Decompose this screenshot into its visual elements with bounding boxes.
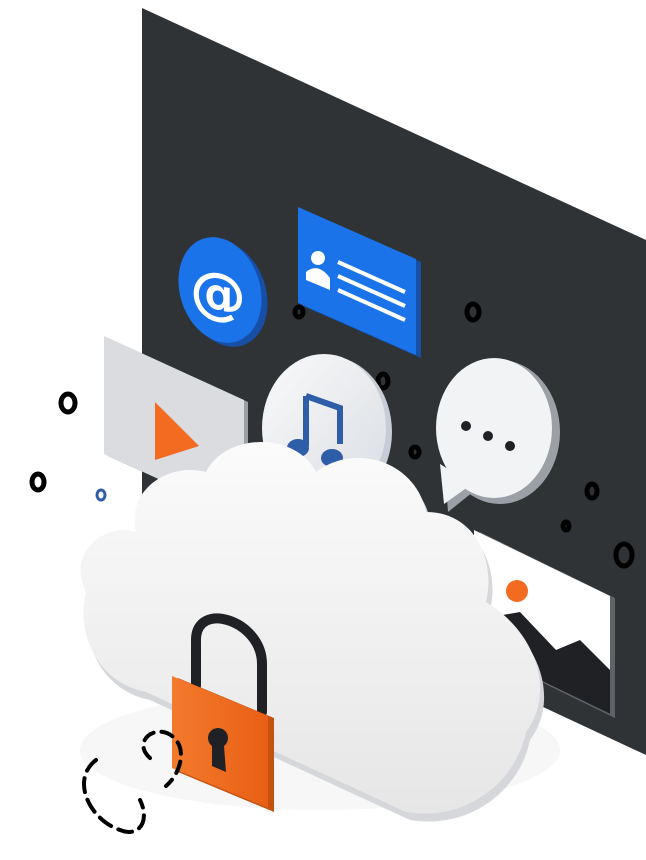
floating-rings xyxy=(29,391,107,502)
cloud-security-illustration: @ xyxy=(29,8,646,834)
at-sign-glyph: @ xyxy=(190,257,246,331)
